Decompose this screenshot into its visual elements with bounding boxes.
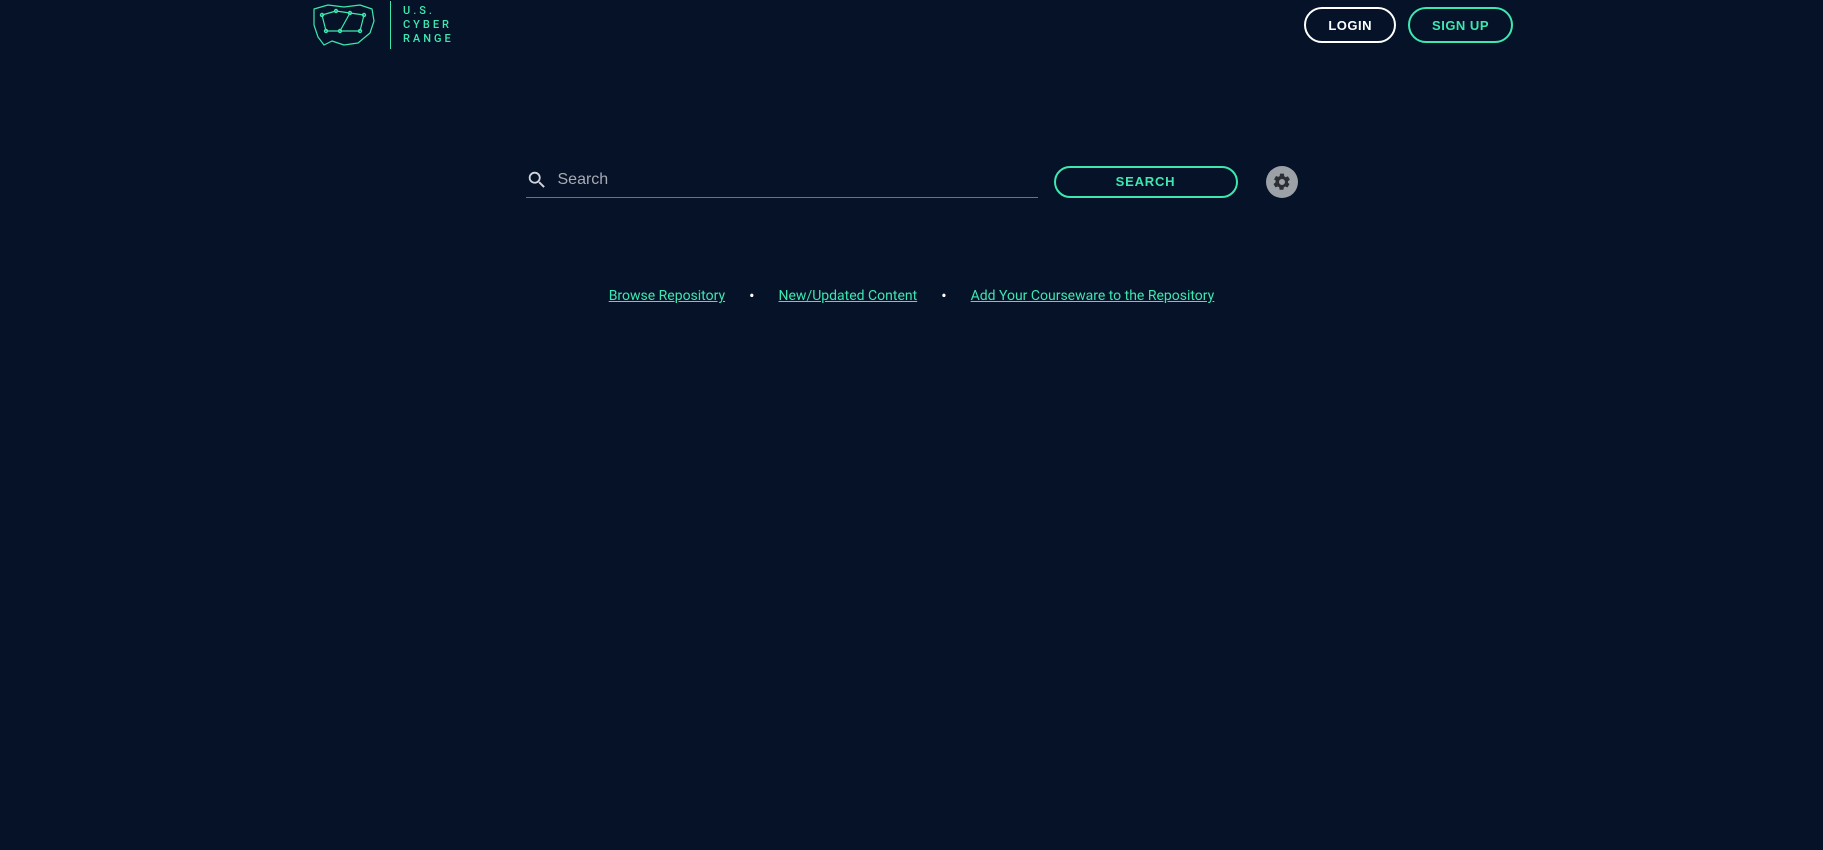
- brand-logo[interactable]: U.S. CYBER RANGE: [310, 1, 454, 49]
- brand-text: U.S. CYBER RANGE: [403, 4, 454, 46]
- site-header: U.S. CYBER RANGE LOGIN SIGN UP: [0, 0, 1823, 50]
- link-add-courseware[interactable]: Add Your Courseware to the Repository: [971, 288, 1215, 304]
- header-buttons: LOGIN SIGN UP: [1304, 7, 1513, 43]
- search-icon: [526, 169, 548, 191]
- search-input[interactable]: [558, 165, 1038, 195]
- separator-dot: •: [941, 288, 946, 304]
- brand-text-line1: U.S.: [403, 4, 454, 18]
- brand-text-line3: RANGE: [403, 32, 454, 46]
- us-map-circuit-icon: [310, 1, 378, 49]
- search-input-wrap: [526, 165, 1038, 198]
- quick-links: Browse Repository • New/Updated Content …: [0, 288, 1823, 304]
- separator-dot: •: [749, 288, 754, 304]
- signup-button[interactable]: SIGN UP: [1408, 7, 1513, 43]
- login-button[interactable]: LOGIN: [1304, 7, 1396, 43]
- link-new-updated-content[interactable]: New/Updated Content: [779, 288, 918, 304]
- settings-button[interactable]: [1266, 166, 1298, 198]
- brand-text-line2: CYBER: [403, 18, 454, 32]
- search-button[interactable]: SEARCH: [1054, 166, 1238, 198]
- logo-divider: [390, 1, 391, 49]
- search-section: SEARCH: [0, 165, 1823, 198]
- gear-icon: [1272, 172, 1292, 192]
- link-browse-repository[interactable]: Browse Repository: [609, 288, 725, 304]
